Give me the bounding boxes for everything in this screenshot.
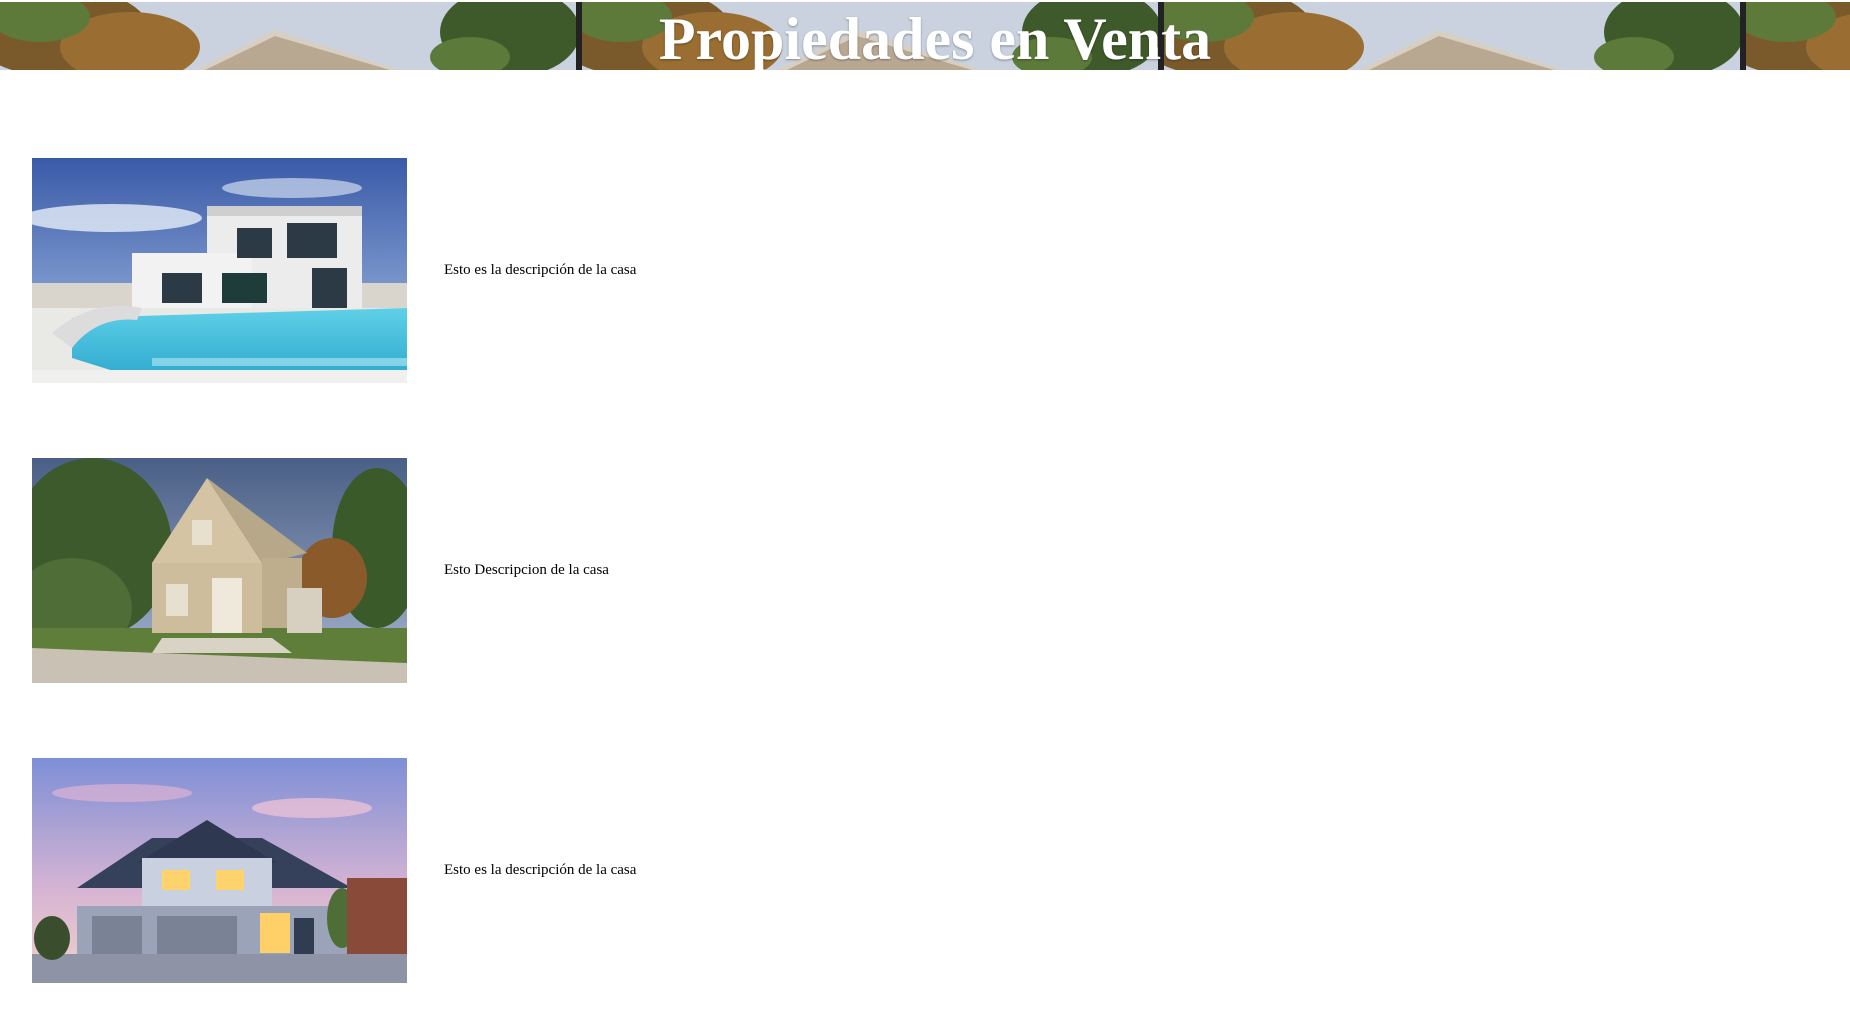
beige-cottage-photo: [32, 458, 407, 683]
header-banner: Propiedades en Venta: [0, 2, 1850, 70]
modern-house-pool-photo: [32, 158, 407, 383]
listing-description: Esto es la descripción de la casa: [444, 862, 637, 878]
property-listing: Esto es la descripción de la casa: [32, 158, 636, 383]
page-title: Propiedades en Venta: [658, 6, 1212, 70]
property-listing: Esto Descripcion de la casa: [32, 458, 609, 683]
listing-description: Esto es la descripción de la casa: [444, 262, 637, 278]
property-listing: Esto es la descripción de la casa: [32, 758, 636, 983]
suburban-house-dusk-photo: [32, 758, 407, 983]
listing-description: Esto Descripcion de la casa: [444, 562, 609, 578]
